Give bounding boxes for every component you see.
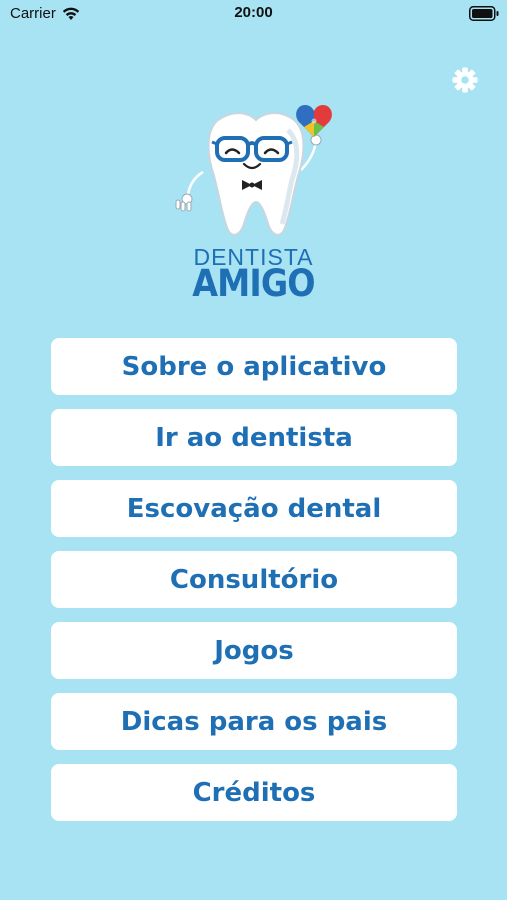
logo-title-line2: AMIGO xyxy=(192,262,315,305)
menu-item-jogos[interactable]: Jogos xyxy=(51,622,457,679)
gear-icon[interactable] xyxy=(452,67,478,93)
menu-item-escovacao-dental[interactable]: Escovação dental xyxy=(51,480,457,537)
menu-item-creditos[interactable]: Créditos xyxy=(51,764,457,821)
menu-item-dicas-para-os-pais[interactable]: Dicas para os pais xyxy=(51,693,457,750)
status-time: 20:00 xyxy=(234,4,273,21)
battery-full-icon xyxy=(469,6,499,21)
status-bar: Carrier 20:00 xyxy=(0,0,507,30)
menu-item-consultorio[interactable]: Consultório xyxy=(51,551,457,608)
menu-item-ir-ao-dentista[interactable]: Ir ao dentista xyxy=(51,409,457,466)
main-menu: Sobre o aplicativo Ir ao dentista Escova… xyxy=(51,338,457,835)
menu-item-sobre-o-aplicativo[interactable]: Sobre o aplicativo xyxy=(51,338,457,395)
tooth-mascot-icon xyxy=(175,105,332,236)
